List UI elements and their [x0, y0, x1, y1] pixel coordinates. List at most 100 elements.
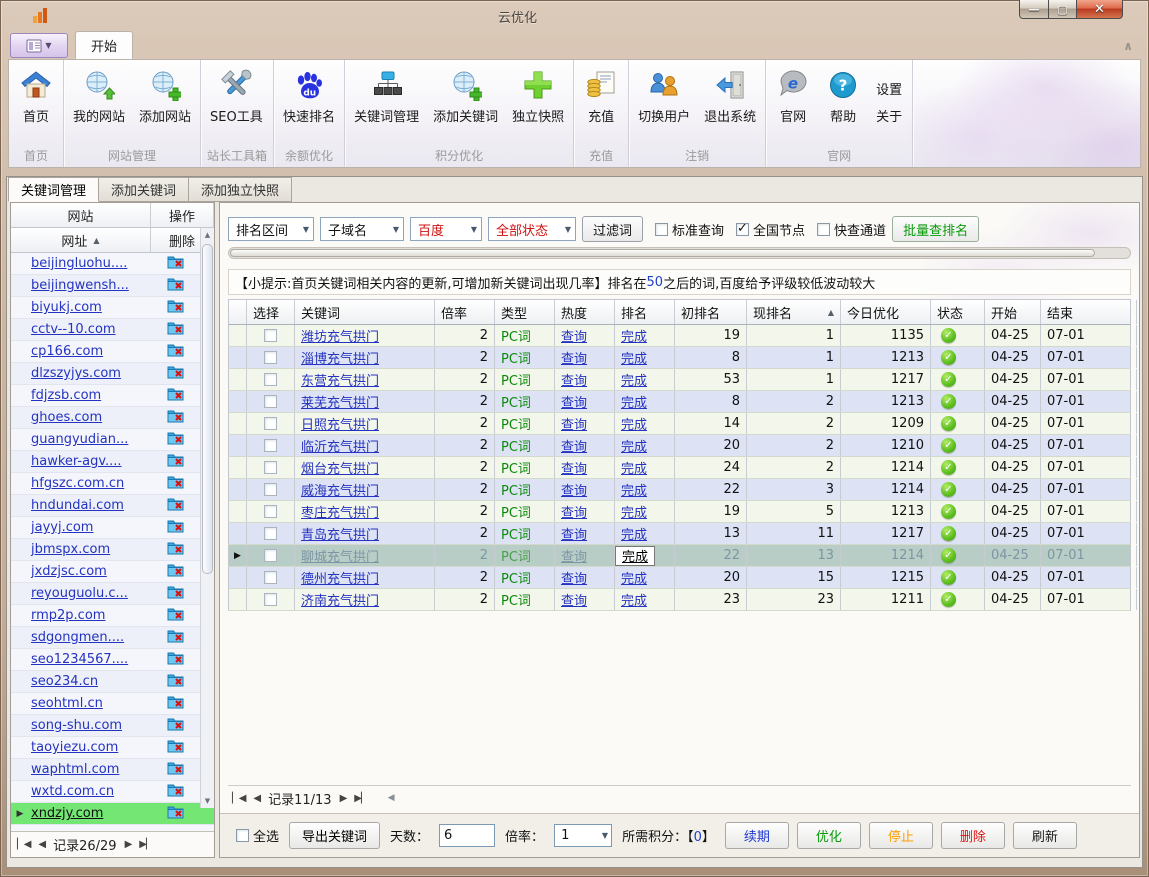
site-row[interactable]: jxdzjsc.com: [11, 561, 214, 583]
tab-add-keyword[interactable]: 添加关键词: [99, 177, 189, 202]
site-row[interactable]: taoyiezu.com: [11, 737, 214, 759]
checkbox-icon[interactable]: [264, 549, 277, 562]
checkbox-icon[interactable]: [264, 461, 277, 474]
delete-site-button[interactable]: [151, 606, 199, 625]
checkbox-icon[interactable]: [264, 593, 277, 606]
site-row[interactable]: jayyj.com: [11, 517, 214, 539]
hscroll-left-icon[interactable]: ◀: [388, 793, 395, 803]
maximize-button[interactable]: ▢: [1049, 0, 1077, 19]
site-link[interactable]: seo1234567....: [29, 652, 151, 667]
checkbox-standard-query[interactable]: 标准查询: [655, 220, 724, 239]
site-link[interactable]: xndzjy.com: [29, 806, 151, 821]
checkbox-fast-channel[interactable]: 快查通道: [817, 220, 886, 239]
site-link[interactable]: jayyj.com: [29, 520, 151, 535]
delete-site-button[interactable]: [151, 254, 199, 273]
sidebar-header-site[interactable]: 网站: [11, 203, 151, 227]
filter-dropdown-status[interactable]: 全部状态▼: [488, 217, 576, 241]
keyword-link[interactable]: 济南充气拱门: [301, 590, 379, 609]
site-row[interactable]: cp166.com: [11, 341, 214, 363]
rank-cell[interactable]: 完成: [615, 457, 675, 478]
heat-query-link[interactable]: 查询: [561, 348, 587, 367]
first-page-icon[interactable]: ▏◀: [232, 793, 245, 804]
delete-site-button[interactable]: [151, 584, 199, 603]
rank-cell[interactable]: 完成: [615, 391, 675, 412]
rank-done-link[interactable]: 完成: [621, 480, 647, 499]
keyword-cell[interactable]: 威海充气拱门: [295, 479, 435, 500]
heat-cell[interactable]: 查询: [555, 347, 615, 368]
keyword-link[interactable]: 莱芜充气拱门: [301, 392, 379, 411]
site-link[interactable]: rmp2p.com: [29, 608, 151, 623]
delete-site-button[interactable]: [151, 804, 199, 823]
refresh-button[interactable]: 刷新: [1013, 822, 1077, 849]
delete-site-button[interactable]: [151, 760, 199, 779]
checkbox-icon[interactable]: [264, 439, 277, 452]
row-checkbox[interactable]: [247, 457, 295, 478]
row-checkbox[interactable]: [247, 545, 295, 566]
heat-cell[interactable]: 查询: [555, 413, 615, 434]
rank-cell[interactable]: 完成: [615, 567, 675, 588]
site-link[interactable]: biyukj.com: [29, 300, 151, 315]
heat-cell[interactable]: 查询: [555, 545, 615, 566]
tab-keyword-manage[interactable]: 关键词管理: [8, 177, 99, 202]
rank-cell[interactable]: 完成: [615, 479, 675, 500]
delete-site-button[interactable]: [151, 408, 199, 427]
delete-site-button[interactable]: [151, 716, 199, 735]
site-row[interactable]: guangyudian...: [11, 429, 214, 451]
keyword-link[interactable]: 日照充气拱门: [301, 414, 379, 433]
grid-header-5[interactable]: 排名: [615, 300, 675, 324]
site-row[interactable]: seo234.cn: [11, 671, 214, 693]
keyword-link[interactable]: 淄博充气拱门: [301, 348, 379, 367]
site-row[interactable]: song-shu.com: [11, 715, 214, 737]
rank-cell[interactable]: 完成: [615, 347, 675, 368]
site-row[interactable]: ghoes.com: [11, 407, 214, 429]
grid-header-3[interactable]: 类型: [495, 300, 555, 324]
renew-button[interactable]: 续期: [725, 822, 789, 849]
grid-header-9[interactable]: 状态: [931, 300, 985, 324]
keyword-row[interactable]: 德州充气拱门2PC词查询完成20151215✓04-2507-01: [228, 567, 1131, 589]
heat-cell[interactable]: 查询: [555, 567, 615, 588]
app-menu-button[interactable]: ▼: [10, 33, 68, 58]
keyword-row[interactable]: 莱芜充气拱门2PC词查询完成821213✓04-2507-01: [228, 391, 1131, 413]
heat-query-link[interactable]: 查询: [561, 436, 587, 455]
last-page-icon[interactable]: ▶▏: [139, 839, 152, 850]
keyword-cell[interactable]: 潍坊充气拱门: [295, 325, 435, 346]
checkbox-icon[interactable]: [264, 329, 277, 342]
site-row[interactable]: rmp2p.com: [11, 605, 214, 627]
rank-done-link[interactable]: 完成: [621, 326, 647, 345]
heat-query-link[interactable]: 查询: [561, 480, 587, 499]
keyword-link[interactable]: 潍坊充气拱门: [301, 326, 379, 345]
rank-done-link[interactable]: 完成: [621, 436, 647, 455]
keyword-cell[interactable]: 东营充气拱门: [295, 369, 435, 390]
checkbox-icon[interactable]: [264, 395, 277, 408]
site-row[interactable]: beijingwensh...: [11, 275, 214, 297]
settings-button[interactable]: 设置: [876, 79, 902, 98]
ribbon-button-official-site[interactable]: e官网: [768, 63, 818, 141]
checkbox-icon[interactable]: [264, 527, 277, 540]
prev-page-icon[interactable]: ◀: [253, 793, 260, 804]
keyword-link[interactable]: 枣庄充气拱门: [301, 502, 379, 521]
ribbon-button-help[interactable]: ?帮助: [818, 63, 868, 141]
heat-query-link[interactable]: 查询: [561, 458, 587, 477]
sidebar-header-action[interactable]: 操作: [151, 203, 214, 227]
site-row[interactable]: cctv--10.com: [11, 319, 214, 341]
keyword-row[interactable]: 淄博充气拱门2PC词查询完成811213✓04-2507-01: [228, 347, 1131, 369]
row-checkbox[interactable]: [247, 501, 295, 522]
delete-site-button[interactable]: [151, 540, 199, 559]
site-link[interactable]: hawker-agv....: [29, 454, 151, 469]
ribbon-tab-start[interactable]: 开始: [75, 31, 133, 59]
scroll-up-icon[interactable]: ▲: [201, 228, 214, 242]
rank-cell[interactable]: 完成: [615, 589, 675, 610]
site-link[interactable]: cctv--10.com: [29, 322, 151, 337]
delete-site-button[interactable]: [151, 650, 199, 669]
checkbox-icon[interactable]: [264, 351, 277, 364]
rank-done-link[interactable]: 完成: [621, 590, 647, 609]
checkbox-icon[interactable]: [817, 223, 830, 236]
heat-cell[interactable]: 查询: [555, 523, 615, 544]
heat-cell[interactable]: 查询: [555, 457, 615, 478]
keyword-cell[interactable]: 青岛充气拱门: [295, 523, 435, 544]
keyword-link[interactable]: 烟台充气拱门: [301, 458, 379, 477]
ribbon-button-add-keyword[interactable]: 添加关键词: [426, 63, 505, 141]
row-checkbox[interactable]: [247, 567, 295, 588]
site-row[interactable]: hawker-agv....: [11, 451, 214, 473]
rank-done-link[interactable]: 完成: [621, 568, 647, 587]
